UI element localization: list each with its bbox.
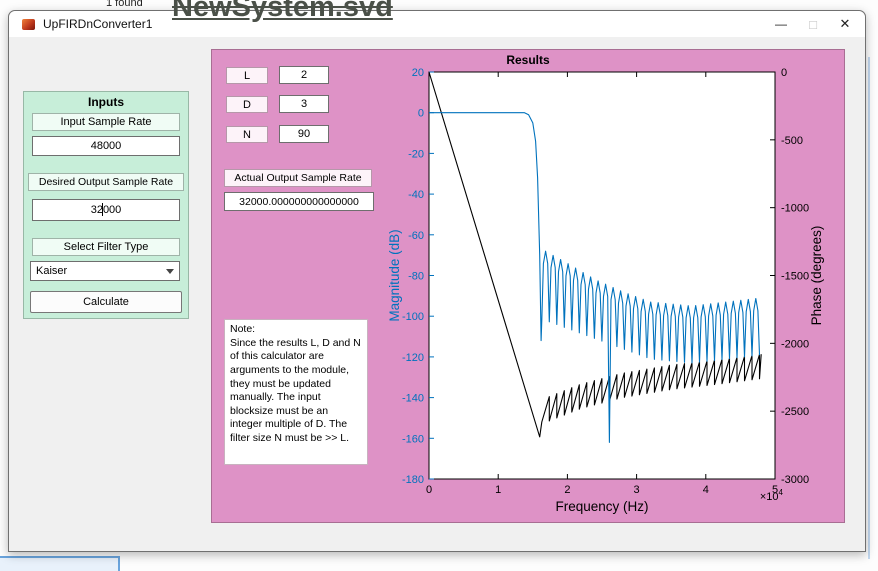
svg-text:3: 3: [634, 484, 640, 496]
input-sample-rate-label: Input Sample Rate: [32, 113, 180, 131]
svg-text:-1500: -1500: [781, 271, 809, 283]
text-cursor: [102, 203, 103, 216]
app-icon: [22, 19, 35, 30]
d-label: D: [226, 96, 268, 113]
chevron-down-icon: [161, 262, 179, 280]
input-sample-rate-field[interactable]: 48000: [32, 136, 180, 156]
calculate-button[interactable]: Calculate: [30, 291, 182, 313]
filter-type-selected-value: Kaiser: [36, 265, 67, 277]
titlebar: UpFIRDnConverter1 — □ ✕: [9, 11, 865, 37]
d-value-field: 3: [279, 95, 329, 113]
n-label: N: [226, 126, 268, 143]
maximize-button[interactable]: □: [797, 11, 829, 37]
svg-text:×104: ×104: [760, 488, 784, 503]
inputs-panel: Inputs Input Sample Rate 48000 Desired O…: [23, 91, 189, 319]
svg-text:20: 20: [412, 67, 424, 79]
minimize-button[interactable]: —: [765, 11, 797, 37]
screen: 1 found NewSystem.svd UpFIRDnConverter1 …: [0, 0, 878, 571]
svg-text:Phase (degrees): Phase (degrees): [809, 226, 824, 326]
desired-output-rate-field[interactable]: 32000: [32, 199, 180, 221]
background-scrollbar-line: [868, 57, 870, 559]
app-window: UpFIRDnConverter1 — □ ✕ Inputs Input Sam…: [8, 10, 866, 552]
l-value-field: 2: [279, 66, 329, 84]
svg-text:-3000: -3000: [781, 474, 809, 486]
svg-text:-160: -160: [402, 433, 424, 445]
close-button[interactable]: ✕: [829, 11, 861, 37]
svg-text:2: 2: [564, 484, 570, 496]
actual-output-rate-label: Actual Output Sample Rate: [224, 169, 372, 187]
filter-type-dropdown[interactable]: Kaiser: [30, 261, 180, 281]
svg-text:0: 0: [418, 108, 424, 120]
svg-text:0: 0: [781, 67, 787, 79]
background-heading-text: NewSystem.svd: [172, 0, 393, 24]
svg-text:4: 4: [703, 484, 709, 496]
note-text: Note: Since the results L, D and N of th…: [224, 319, 368, 465]
svg-text:-2500: -2500: [781, 406, 809, 418]
results-panel-title: Results: [212, 53, 844, 67]
svg-text:-80: -80: [408, 271, 424, 283]
svg-text:Magnitude (dB): Magnitude (dB): [387, 229, 402, 321]
svg-text:-40: -40: [408, 189, 424, 201]
l-label: L: [226, 67, 268, 84]
actual-output-rate-field: 32000.000000000000000: [224, 192, 374, 211]
svg-text:Frequency (Hz): Frequency (Hz): [555, 499, 648, 514]
svg-text:-180: -180: [402, 474, 424, 486]
desired-output-rate-value: 32000: [91, 204, 122, 216]
svg-text:0: 0: [426, 484, 432, 496]
desired-output-rate-label: Desired Output Sample Rate: [28, 173, 184, 191]
background-bottomleft-panel: [0, 556, 120, 571]
filter-type-label: Select Filter Type: [32, 238, 180, 256]
svg-text:-120: -120: [402, 352, 424, 364]
svg-text:-1000: -1000: [781, 203, 809, 215]
inputs-panel-title: Inputs: [24, 95, 188, 109]
svg-text:-60: -60: [408, 230, 424, 242]
svg-text:-20: -20: [408, 148, 424, 160]
window-controls: — □ ✕: [765, 11, 865, 37]
n-value-field: 90: [279, 125, 329, 143]
svg-text:-2000: -2000: [781, 338, 809, 350]
svg-text:-100: -100: [402, 311, 424, 323]
svg-text:1: 1: [495, 484, 501, 496]
svg-text:-500: -500: [781, 135, 803, 147]
background-found-text: 1 found: [106, 0, 143, 9]
results-panel: 012345200-20-40-60-80-100-120-140-160-18…: [211, 49, 845, 523]
svg-text:-140: -140: [402, 393, 424, 405]
window-title: UpFIRDnConverter1: [43, 17, 152, 31]
